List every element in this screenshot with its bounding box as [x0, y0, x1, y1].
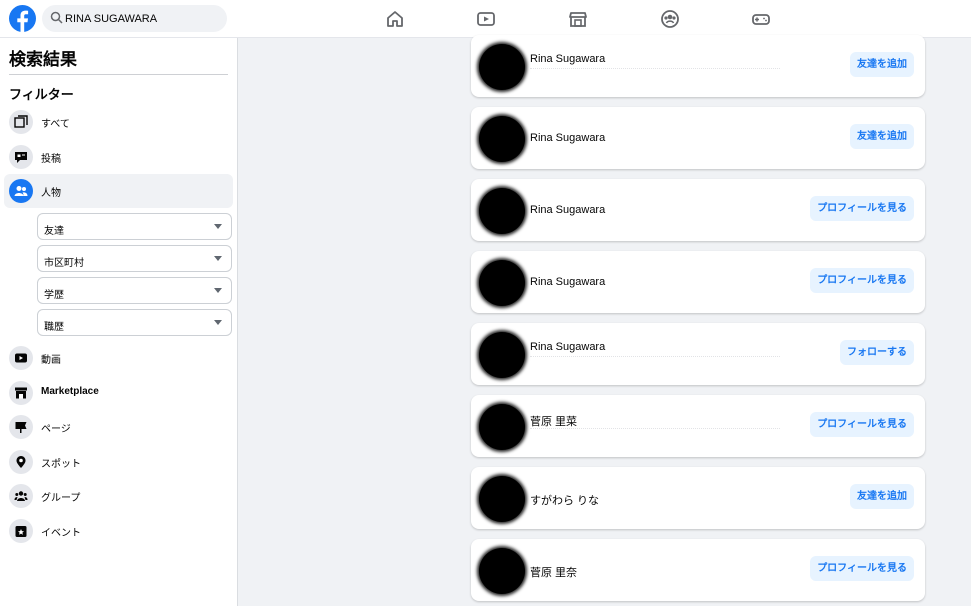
dropdown-label: 友達: [44, 226, 64, 237]
view-profile-button[interactable]: プロフィールを見る: [810, 556, 914, 581]
sidebar-item-videos[interactable]: 動画: [4, 341, 233, 375]
filter-heading: フィルター: [9, 87, 74, 102]
follow-button[interactable]: フォローする: [840, 340, 914, 365]
video-icon: [9, 346, 33, 370]
add-friend-button[interactable]: 友達を追加: [850, 52, 914, 77]
dropdown-label: 職歴: [44, 322, 64, 333]
caret-down-icon: [214, 256, 222, 261]
avatar[interactable]: [479, 332, 525, 378]
result-card[interactable]: Rina Sugawara フォローする: [471, 323, 925, 385]
sidebar-item-label: イベント: [41, 528, 81, 539]
sidebar-item-events[interactable]: イベント: [4, 514, 233, 548]
home-icon[interactable]: [383, 7, 407, 31]
view-profile-button[interactable]: プロフィールを見る: [810, 412, 914, 437]
search-filters-sidebar: 検索結果 フィルター すべて 投稿 人物 友達 市区町村 学歴 職歴 動画 Ma…: [0, 38, 238, 606]
sidebar-item-label: 投稿: [41, 154, 61, 165]
avatar[interactable]: [479, 548, 525, 594]
avatar[interactable]: [479, 116, 525, 162]
marketplace-icon[interactable]: [566, 7, 590, 31]
top-bar: [0, 0, 971, 38]
gaming-icon[interactable]: [749, 7, 773, 31]
result-card[interactable]: 菅原 里菜 プロフィールを見る: [471, 395, 925, 457]
posts-icon: [9, 145, 33, 169]
result-name[interactable]: Rina Sugawara: [530, 341, 605, 353]
sidebar-item-label: すべて: [41, 119, 70, 130]
result-card[interactable]: すがわら りな 友達を追加: [471, 467, 925, 529]
sidebar-item-label: グループ: [41, 493, 81, 504]
location-pin-icon: [9, 450, 33, 474]
groups-icon: [9, 484, 33, 508]
result-subtitle: [530, 356, 780, 358]
result-subtitle: [530, 428, 780, 430]
result-name[interactable]: すがわら りな: [530, 492, 599, 508]
video-icon[interactable]: [474, 7, 498, 31]
result-card[interactable]: Rina Sugawara 友達を追加: [471, 35, 925, 97]
avatar[interactable]: [479, 188, 525, 234]
result-name[interactable]: Rina Sugawara: [530, 204, 605, 216]
page-title: 検索結果: [9, 50, 77, 69]
groups-icon[interactable]: [658, 7, 682, 31]
avatar[interactable]: [479, 260, 525, 306]
caret-down-icon: [214, 288, 222, 293]
flag-icon: [9, 415, 33, 439]
result-name[interactable]: 菅原 里菜: [530, 413, 577, 429]
add-friend-button[interactable]: 友達を追加: [850, 484, 914, 509]
search-input[interactable]: [65, 5, 223, 32]
result-name[interactable]: 菅原 里奈: [530, 564, 577, 580]
search-icon: [50, 11, 63, 24]
city-filter-dropdown[interactable]: 市区町村: [37, 245, 232, 272]
facebook-logo-icon[interactable]: [9, 5, 36, 32]
caret-down-icon: [214, 320, 222, 325]
marketplace-icon: [9, 381, 33, 405]
divider: [9, 74, 228, 75]
result-subtitle: [530, 68, 780, 70]
sidebar-item-posts[interactable]: 投稿: [4, 140, 233, 174]
avatar[interactable]: [479, 44, 525, 90]
result-name[interactable]: Rina Sugawara: [530, 276, 605, 288]
sidebar-item-people[interactable]: 人物: [4, 174, 233, 208]
sidebar-item-places[interactable]: スポット: [4, 445, 233, 479]
search-box[interactable]: [42, 5, 227, 32]
sidebar-item-all[interactable]: すべて: [4, 105, 233, 139]
result-name[interactable]: Rina Sugawara: [530, 53, 605, 65]
dropdown-label: 市区町村: [44, 258, 84, 269]
sidebar-item-label: ページ: [41, 424, 71, 435]
calendar-star-icon: [9, 519, 33, 543]
view-profile-button[interactable]: プロフィールを見る: [810, 196, 914, 221]
sidebar-item-marketplace[interactable]: Marketplace: [4, 376, 233, 410]
view-profile-button[interactable]: プロフィールを見る: [810, 268, 914, 293]
sidebar-item-label: 動画: [41, 355, 61, 366]
education-filter-dropdown[interactable]: 学歴: [37, 277, 232, 304]
add-friend-button[interactable]: 友達を追加: [850, 124, 914, 149]
sidebar-item-pages[interactable]: ページ: [4, 410, 233, 444]
dropdown-label: 学歴: [44, 290, 64, 301]
sidebar-item-label: スポット: [41, 459, 81, 470]
avatar[interactable]: [479, 404, 525, 450]
result-card[interactable]: Rina Sugawara プロフィールを見る: [471, 251, 925, 313]
sidebar-item-label: 人物: [41, 188, 61, 199]
people-icon: [9, 179, 33, 203]
avatar[interactable]: [479, 476, 525, 522]
result-name[interactable]: Rina Sugawara: [530, 132, 605, 144]
sidebar-item-groups[interactable]: グループ: [4, 479, 233, 513]
caret-down-icon: [214, 224, 222, 229]
result-card[interactable]: Rina Sugawara 友達を追加: [471, 107, 925, 169]
all-results-icon: [9, 110, 33, 134]
work-filter-dropdown[interactable]: 職歴: [37, 309, 232, 336]
result-card[interactable]: Rina Sugawara プロフィールを見る: [471, 179, 925, 241]
result-card[interactable]: 菅原 里奈 プロフィールを見る: [471, 539, 925, 601]
friends-filter-dropdown[interactable]: 友達: [37, 213, 232, 240]
sidebar-item-label: Marketplace: [41, 386, 99, 397]
